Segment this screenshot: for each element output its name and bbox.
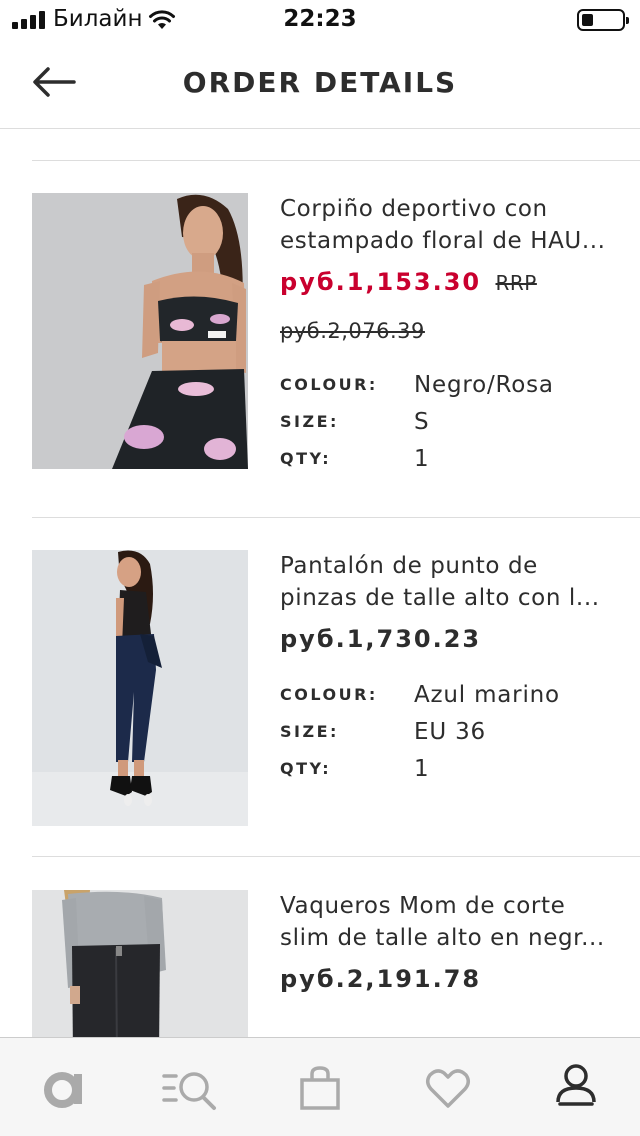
colour-value: Negro/Rosa: [414, 371, 554, 398]
colour-value: Azul marino: [414, 681, 560, 708]
item-details: Pantalón de punto de pinzas de talle alt…: [280, 550, 625, 787]
order-item[interactable]: Corpiño deportivo con estampado floral d…: [0, 193, 640, 517]
price-row: руб.1,153.30 RRP: [280, 265, 625, 300]
qty-value: 1: [414, 755, 430, 782]
size-value: S: [414, 408, 430, 435]
order-item[interactable]: Vaqueros Mom de corte slim de talle alto…: [0, 890, 640, 1037]
rrp-label: RRP: [495, 271, 537, 295]
original-price: руб.2,076.39: [280, 319, 425, 343]
order-items-list[interactable]: Corpiño deportivo con estampado floral d…: [0, 129, 640, 1037]
price: руб.2,191.78: [280, 965, 482, 993]
page-title: ORDER DETAILS: [182, 66, 458, 99]
price: руб.1,730.23: [280, 625, 482, 653]
brand-a-icon: [44, 1072, 82, 1108]
product-name[interactable]: Vaqueros Mom de corte slim de talle alto…: [280, 890, 625, 954]
search-menu-icon: [162, 1072, 216, 1110]
qty-label: QTY:: [280, 759, 332, 778]
battery-icon: [577, 9, 629, 31]
tab-home[interactable]: [34, 1060, 94, 1116]
heart-icon: [426, 1069, 470, 1108]
divider: [32, 160, 640, 161]
tab-account[interactable]: [546, 1060, 606, 1116]
price-row: руб.2,191.78: [280, 962, 625, 996]
divider: [32, 856, 640, 857]
tab-bag[interactable]: [290, 1060, 350, 1116]
account-icon: [556, 1064, 596, 1106]
product-image[interactable]: [32, 550, 248, 826]
qty-value: 1: [414, 445, 430, 472]
product-name[interactable]: Corpiño deportivo con estampado floral d…: [280, 193, 625, 257]
bag-icon: [300, 1066, 340, 1110]
tab-search[interactable]: [160, 1060, 220, 1116]
tab-bar: [0, 1037, 640, 1136]
item-attributes: COLOUR: Azul marino SIZE: EU 36 QTY: 1: [280, 676, 625, 787]
item-details: Corpiño deportivo con estampado floral d…: [280, 193, 625, 477]
item-details: Vaqueros Mom de corte slim de talle alto…: [280, 890, 625, 996]
price-row: руб.1,730.23: [280, 622, 625, 656]
colour-label: COLOUR:: [280, 375, 378, 394]
product-name[interactable]: Pantalón de punto de pinzas de talle alt…: [280, 550, 625, 614]
product-photo-trousers: [32, 550, 248, 826]
status-bar: Билайн 22:23: [0, 0, 640, 40]
divider: [32, 517, 640, 518]
nav-header: ORDER DETAILS: [0, 40, 640, 129]
size-value: EU 36: [414, 718, 486, 745]
order-item[interactable]: Pantalón de punto de pinzas de talle alt…: [0, 550, 640, 856]
product-photo-jeans: [32, 890, 248, 1037]
product-image[interactable]: [32, 890, 248, 1037]
size-label: SIZE:: [280, 412, 339, 431]
tab-saved[interactable]: [418, 1060, 478, 1116]
size-label: SIZE:: [280, 722, 339, 741]
qty-label: QTY:: [280, 449, 332, 468]
item-attributes: COLOUR: Negro/Rosa SIZE: S QTY: 1: [280, 366, 625, 477]
status-time: 22:23: [283, 6, 357, 32]
product-image[interactable]: [32, 193, 248, 469]
sale-price: руб.1,153.30: [280, 268, 482, 296]
product-photo-sports-bra: [32, 193, 248, 469]
colour-label: COLOUR:: [280, 685, 378, 704]
